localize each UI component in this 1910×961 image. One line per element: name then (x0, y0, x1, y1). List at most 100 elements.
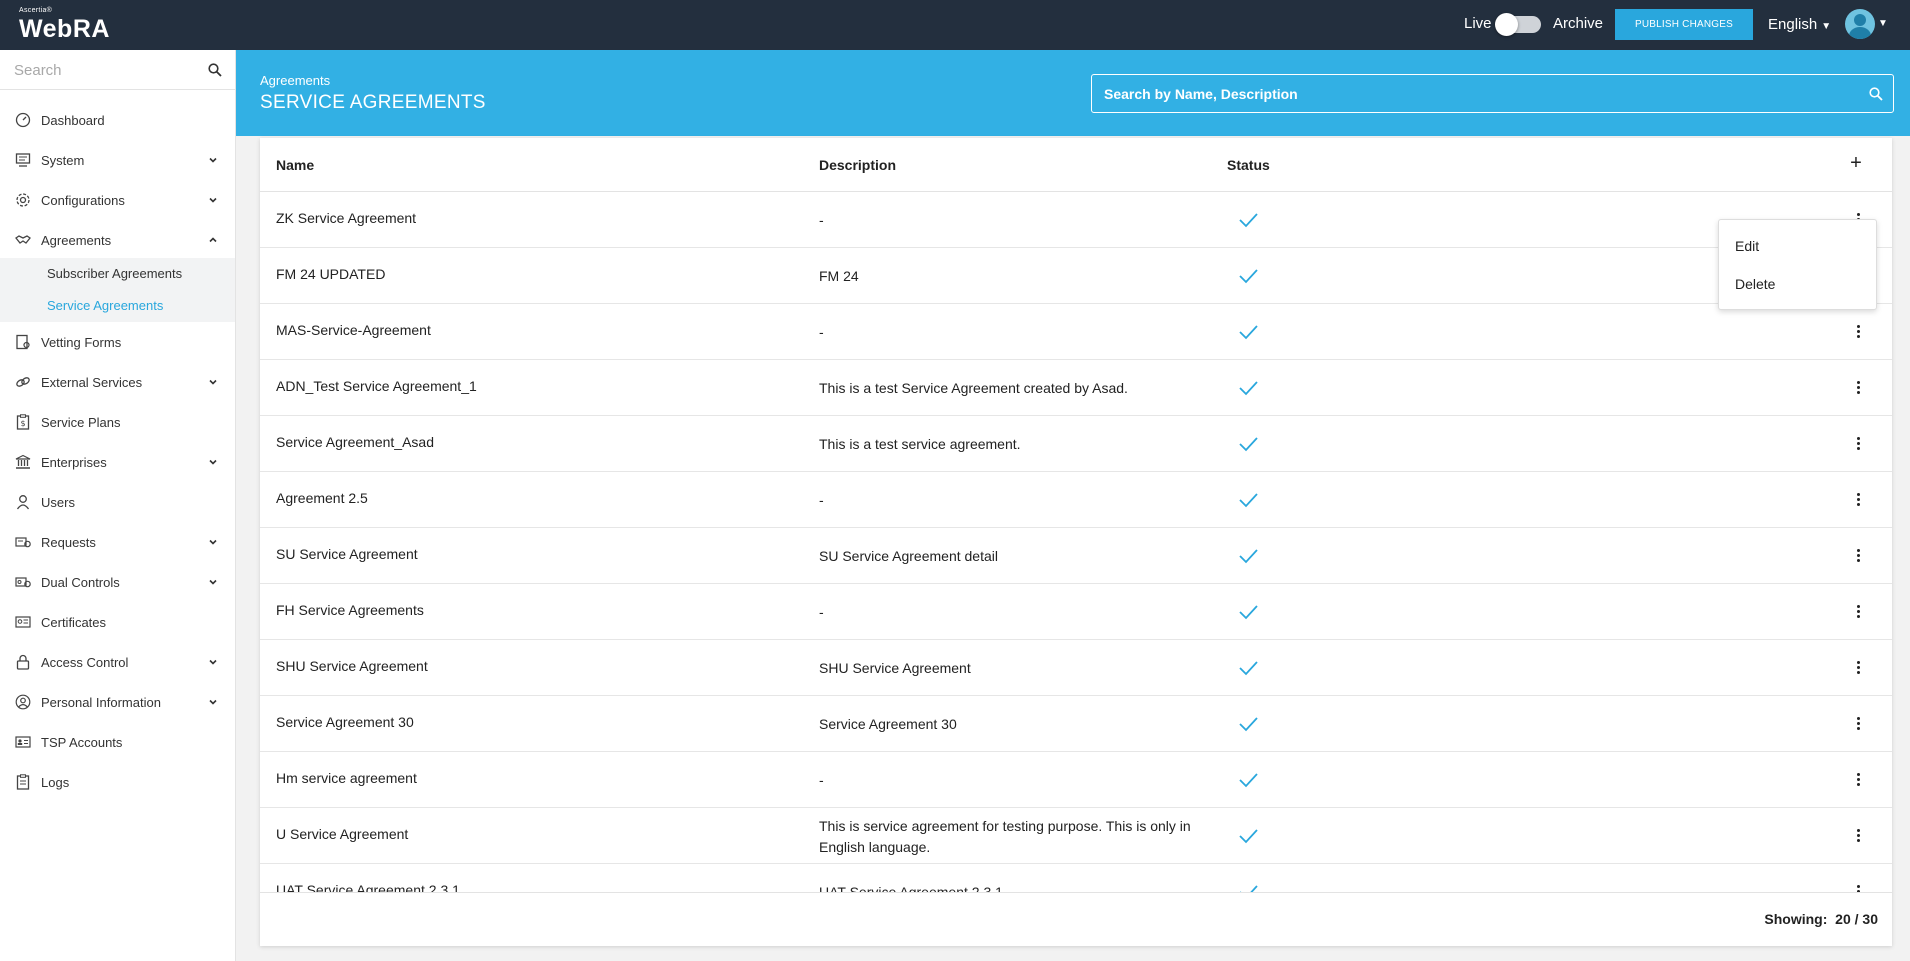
table-body: ZK Service Agreement - FM 24 UPDATED FM … (260, 192, 1892, 892)
publish-changes-button[interactable]: PUBLISH CHANGES (1615, 9, 1753, 40)
table-row[interactable]: U Service Agreement This is service agre… (260, 808, 1892, 864)
sidebar-item-label: Agreements (41, 232, 112, 248)
row-actions-button[interactable] (1851, 656, 1865, 678)
toggle-knob (1495, 13, 1518, 36)
sidebar-item-users[interactable]: Users (0, 482, 235, 522)
row-actions-button[interactable] (1851, 376, 1865, 398)
row-description: - (819, 492, 824, 508)
row-name: SHU Service Agreement (276, 658, 428, 674)
sidebar-item-configurations[interactable]: Configurations (0, 180, 235, 220)
sidebar-item-enterprises[interactable]: Enterprises (0, 442, 235, 482)
table-row[interactable]: Hm service agreement - (260, 752, 1892, 808)
check-icon (1239, 717, 1258, 732)
pagination-count: Showing: 20 / 30 (1764, 911, 1878, 927)
sidebar-item-tsp-accounts[interactable]: TSP Accounts (0, 722, 235, 762)
row-actions-button[interactable] (1851, 544, 1865, 566)
table-row[interactable]: Service Agreement_Asad This is a test se… (260, 416, 1892, 472)
sidebar-search-input[interactable] (14, 59, 204, 81)
lock-icon (16, 654, 30, 670)
table-row[interactable]: ZK Service Agreement - (260, 192, 1892, 248)
sidebar-subitem-subscriber-agreements[interactable]: Subscriber Agreements (47, 266, 182, 281)
row-name: UAT Service Agreement 2.3.1 (276, 882, 460, 892)
table-row[interactable]: ADN_Test Service Agreement_1 This is a t… (260, 360, 1892, 416)
row-actions-button[interactable] (1851, 880, 1865, 892)
check-icon (1239, 829, 1258, 844)
sidebar-subitem-service-agreements[interactable]: Service Agreements (47, 298, 163, 313)
handshake-icon (15, 235, 31, 244)
agreements-table: Name Description Status + ZK Service Agr… (260, 138, 1892, 946)
row-actions-button[interactable] (1851, 488, 1865, 510)
sidebar-item-logs[interactable]: Logs (0, 762, 235, 802)
link-icon (16, 377, 30, 387)
row-name: ZK Service Agreement (276, 210, 417, 226)
language-selector[interactable]: English ▼ (1768, 16, 1831, 33)
chevron-down-icon (209, 579, 217, 585)
row-name: FM 24 UPDATED (276, 266, 386, 282)
row-actions-button[interactable] (1851, 432, 1865, 454)
menu-item-edit[interactable]: Edit (1735, 238, 1759, 254)
sidebar-item-label: System (41, 152, 85, 168)
table-row[interactable]: FM 24 UPDATED FM 24 (260, 248, 1892, 304)
archive-label: Archive (1553, 15, 1604, 32)
sidebar-item-agreements[interactable]: Agreements (0, 220, 235, 260)
caret-down-icon[interactable]: ▼ (1878, 18, 1888, 29)
sidebar-item-external-services[interactable]: External Services (0, 362, 235, 402)
row-name: FH Service Agreements (276, 602, 424, 618)
id-card-icon (15, 736, 31, 748)
monitor-icon (15, 153, 31, 167)
row-actions-button[interactable] (1851, 768, 1865, 790)
sidebar-item-service-plans[interactable]: $ Service Plans (0, 402, 235, 442)
search-icon[interactable] (1869, 87, 1883, 101)
agreements-search (1091, 74, 1894, 113)
row-actions-button[interactable] (1851, 320, 1865, 342)
row-name: Service Agreement 30 (276, 714, 414, 730)
sidebar-item-access-control[interactable]: Access Control (0, 642, 235, 682)
page-header: Agreements SERVICE AGREEMENTS (236, 50, 1910, 136)
language-label: English (1768, 16, 1818, 33)
table-row[interactable]: SHU Service Agreement SHU Service Agreem… (260, 640, 1892, 696)
profile-icon (15, 694, 31, 710)
row-actions-button[interactable] (1851, 824, 1865, 846)
table-row[interactable]: MAS-Service-Agreement - (260, 304, 1892, 360)
app-logo[interactable]: Ascertia® WebRA (19, 7, 110, 42)
column-header-description[interactable]: Description (819, 157, 896, 173)
row-name: MAS-Service-Agreement (276, 322, 431, 338)
live-archive-toggle[interactable] (1495, 13, 1541, 36)
column-header-status[interactable]: Status (1227, 157, 1270, 173)
row-actions-button[interactable] (1851, 712, 1865, 734)
table-row[interactable]: Service Agreement 30 Service Agreement 3… (260, 696, 1892, 752)
sidebar-item-label: External Services (41, 374, 143, 390)
menu-item-delete[interactable]: Delete (1735, 276, 1775, 292)
agreements-search-input[interactable] (1104, 83, 1844, 105)
table-row[interactable]: Agreement 2.5 - (260, 472, 1892, 528)
table-row[interactable]: UAT Service Agreement 2.3.1 UAT Service … (260, 864, 1892, 892)
table-row[interactable]: SU Service Agreement SU Service Agreemen… (260, 528, 1892, 584)
page-title: SERVICE AGREEMENTS (260, 92, 486, 113)
column-header-name[interactable]: Name (276, 157, 314, 173)
sidebar-item-dual-controls[interactable]: Dual Controls (0, 562, 235, 602)
top-bar: Ascertia® WebRA Live Archive PUBLISH CHA… (0, 0, 1910, 50)
sidebar-item-personal-information[interactable]: Personal Information (0, 682, 235, 722)
sidebar-item-label: Personal Information (41, 694, 161, 710)
chevron-up-icon (209, 237, 217, 243)
sidebar-item-requests[interactable]: Requests (0, 522, 235, 562)
row-actions-button[interactable] (1851, 600, 1865, 622)
search-icon[interactable] (208, 63, 222, 77)
row-name: U Service Agreement (276, 826, 409, 842)
add-agreement-button[interactable]: + (1846, 152, 1866, 174)
sidebar-item-certificates[interactable]: Certificates (0, 602, 235, 642)
table-row[interactable]: FH Service Agreements - (260, 584, 1892, 640)
sidebar-item-label: Vetting Forms (41, 334, 122, 350)
sidebar-item-dashboard[interactable]: Dashboard (0, 100, 235, 140)
brand-name: WebRA (19, 15, 110, 43)
user-avatar[interactable] (1845, 9, 1875, 39)
gear-icon (16, 193, 30, 207)
sidebar-item-system[interactable]: System (0, 140, 235, 180)
breadcrumb[interactable]: Agreements (260, 73, 330, 88)
row-description: - (819, 772, 824, 788)
chevron-down-icon (209, 157, 217, 163)
chevron-down-icon (209, 379, 217, 385)
sidebar-item-vetting-forms[interactable]: Vetting Forms (0, 322, 235, 362)
row-name: SU Service Agreement (276, 546, 418, 562)
sidebar-item-label: Dual Controls (41, 574, 120, 590)
